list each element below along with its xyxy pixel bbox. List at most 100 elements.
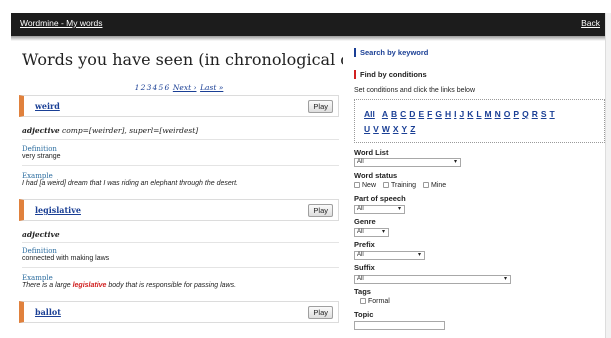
genre-select[interactable]: All ▾: [354, 228, 389, 237]
letter-link[interactable]: K: [467, 109, 473, 119]
checkbox-formal[interactable]: [360, 298, 366, 304]
letter-link[interactable]: B: [391, 109, 397, 119]
part-of-speech-label: Part of speech: [354, 194, 406, 203]
checkbox-mine[interactable]: [422, 182, 429, 188]
page-link-1[interactable]: 1: [135, 83, 140, 92]
word-link[interactable]: legislative: [35, 205, 81, 215]
letter-link[interactable]: J: [459, 109, 464, 119]
word-status-label: Word status: [354, 171, 398, 180]
letter-link[interactable]: M: [485, 109, 492, 119]
prefix-value: All: [357, 252, 364, 258]
letter-link[interactable]: L: [476, 109, 481, 119]
letter-link[interactable]: U: [364, 124, 370, 134]
brand-link[interactable]: Wordmine - My words: [20, 18, 103, 28]
letter-link[interactable]: G: [435, 109, 442, 119]
part-of-speech: adjective: [22, 230, 60, 239]
word-list-select[interactable]: All ▾: [354, 158, 461, 167]
word-link[interactable]: ballot: [35, 307, 61, 317]
letter-link[interactable]: F: [427, 109, 432, 119]
letter-link[interactable]: H: [445, 109, 451, 119]
page-link-4[interactable]: 4: [153, 83, 158, 92]
letter-index: All A B C D E F G H I J K L M N O P Q R S T UVWXYZ: [354, 99, 605, 143]
word-pos-line: adjective comp=[weirder], superl=[weirde…: [22, 126, 342, 135]
letter-link[interactable]: N: [495, 109, 501, 119]
back-link[interactable]: Back: [581, 18, 600, 28]
play-button[interactable]: Play: [308, 100, 333, 113]
letter-link[interactable]: D: [409, 109, 415, 119]
definition-text: very strange: [22, 153, 61, 160]
page-link-3[interactable]: 3: [147, 83, 152, 92]
tags-label: Tags: [354, 287, 371, 296]
word-header-ballot: ballot Play: [19, 301, 339, 323]
letter-row-2: UVWXYZ: [364, 124, 418, 134]
letter-link[interactable]: S: [541, 109, 547, 119]
page-title: Words you have seen (in chronological or…: [22, 50, 343, 69]
top-bar: Wordmine - My words Back: [11, 13, 605, 41]
checkbox-label: Mine: [430, 182, 447, 189]
definition-text: connected with making laws: [22, 255, 110, 262]
suffix-value: All: [357, 276, 364, 282]
letter-link[interactable]: V: [373, 124, 379, 134]
letter-link[interactable]: A: [382, 109, 388, 119]
prefix-select[interactable]: All ▾: [354, 251, 425, 260]
dropdown-arrow-icon: ▾: [381, 229, 385, 235]
letter-link-all[interactable]: All: [364, 109, 375, 119]
page-scrollbar[interactable]: [605, 13, 611, 338]
example-text-part: I had [a weird] dream that I was riding …: [22, 180, 238, 187]
suffix-label: Suffix: [354, 263, 375, 272]
letter-row-1: All A B C D E F G H I J K L M N O P Q R S T: [364, 109, 558, 119]
definition-label: Definition: [22, 145, 57, 153]
word-list-value: All: [357, 159, 364, 165]
word-list-label: Word List: [354, 148, 389, 157]
page-link-6[interactable]: 6: [164, 83, 169, 92]
checkbox-label: Training: [390, 182, 416, 189]
next-page-link[interactable]: Next ›: [173, 83, 197, 92]
letter-link[interactable]: R: [532, 109, 538, 119]
divider: [22, 267, 339, 268]
play-button[interactable]: Play: [308, 306, 333, 319]
letter-link[interactable]: Z: [410, 124, 415, 134]
letter-link[interactable]: I: [454, 109, 456, 119]
suffix-select[interactable]: All ▾: [354, 275, 511, 284]
checkbox-label: Formal: [368, 298, 390, 305]
letter-link[interactable]: O: [504, 109, 511, 119]
divider: [22, 242, 339, 243]
tags-options: Formal: [360, 298, 390, 305]
conditions-hint: Set conditions and click the links below: [354, 87, 476, 94]
letter-link[interactable]: E: [418, 109, 424, 119]
letter-link[interactable]: Q: [522, 109, 529, 119]
search-by-keyword-link[interactable]: Search by keyword: [354, 48, 428, 57]
prefix-label: Prefix: [354, 240, 375, 249]
example-text: I had [a weird] dream that I was riding …: [22, 180, 340, 187]
main-content: Words you have seen (in chronological or…: [19, 36, 343, 338]
pagination: 123456 Next › Last »: [19, 83, 339, 92]
page-link-2[interactable]: 2: [141, 83, 146, 92]
letter-link[interactable]: W: [382, 124, 390, 134]
checkbox-training[interactable]: [382, 182, 389, 188]
play-button[interactable]: Play: [308, 204, 333, 217]
dropdown-arrow-icon: ▾: [453, 159, 457, 165]
genre-value: All: [357, 229, 364, 235]
page-link-5[interactable]: 5: [159, 83, 164, 92]
letter-link[interactable]: Y: [402, 124, 408, 134]
letter-link[interactable]: P: [513, 109, 519, 119]
part-of-speech-select[interactable]: All ▾: [354, 205, 405, 214]
word-forms: comp=[weirder], superl=[weirdest]: [62, 126, 199, 135]
divider: [22, 139, 339, 140]
letter-link[interactable]: T: [550, 109, 555, 119]
letter-link[interactable]: C: [400, 109, 406, 119]
word-status-options: New Training Mine: [354, 182, 446, 189]
checkbox-new[interactable]: [354, 182, 360, 188]
word-link[interactable]: weird: [35, 101, 60, 111]
part-of-speech-value: All: [357, 206, 364, 212]
topic-select[interactable]: [354, 321, 445, 330]
last-page-link[interactable]: Last »: [200, 83, 223, 92]
checkbox-label: New: [362, 182, 377, 189]
sidebar: Search by keyword Find by conditions Set…: [351, 36, 605, 338]
letter-link[interactable]: X: [393, 124, 399, 134]
topic-label: Topic: [354, 310, 374, 319]
word-pos-line: adjective: [22, 230, 342, 239]
dropdown-arrow-icon: ▾: [503, 276, 507, 282]
example-highlight: legislative: [72, 282, 107, 289]
definition-label: Definition: [22, 247, 57, 255]
